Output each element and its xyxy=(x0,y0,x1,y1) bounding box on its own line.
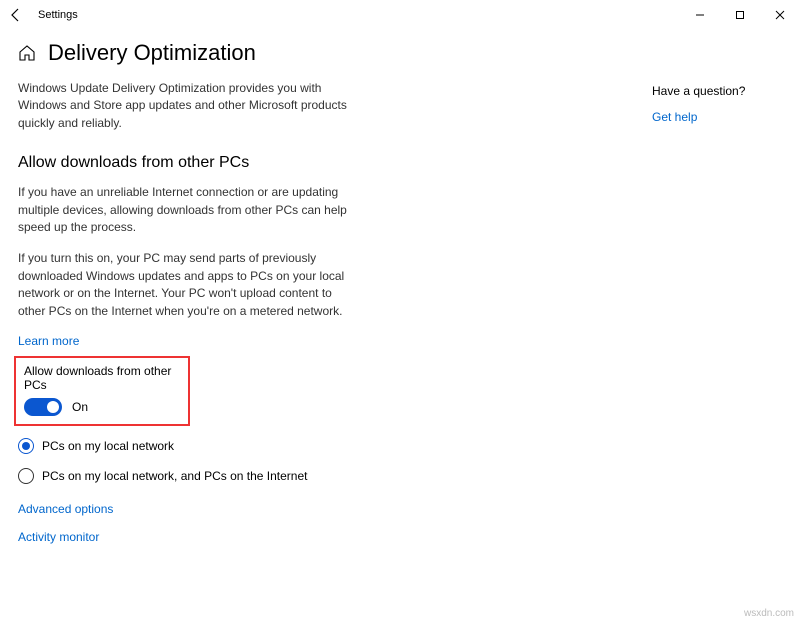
toggle-state: On xyxy=(72,400,88,414)
page-title: Delivery Optimization xyxy=(48,40,256,66)
close-button[interactable] xyxy=(760,0,800,30)
radio-local-network[interactable]: PCs on my local network xyxy=(18,438,358,454)
radio-label: PCs on my local network xyxy=(42,439,174,453)
description-2: If you turn this on, your PC may send pa… xyxy=(18,250,358,320)
maximize-button[interactable] xyxy=(720,0,760,30)
watermark: wsxdn.com xyxy=(744,608,794,619)
radio-label: PCs on my local network, and PCs on the … xyxy=(42,469,307,483)
main-column: Windows Update Delivery Optimization pro… xyxy=(18,80,358,558)
intro-text: Windows Update Delivery Optimization pro… xyxy=(18,80,358,132)
side-heading: Have a question? xyxy=(652,84,782,98)
app-title: Settings xyxy=(38,9,78,21)
window-controls xyxy=(680,0,800,30)
radio-internet[interactable]: PCs on my local network, and PCs on the … xyxy=(18,468,358,484)
get-help-link[interactable]: Get help xyxy=(652,110,697,124)
section-heading: Allow downloads from other PCs xyxy=(18,154,358,172)
side-column: Have a question? Get help xyxy=(652,80,782,558)
advanced-options-link[interactable]: Advanced options xyxy=(18,502,358,516)
learn-more-link[interactable]: Learn more xyxy=(18,334,79,348)
toggle-label: Allow downloads from other PCs xyxy=(24,364,180,392)
radio-icon xyxy=(18,468,34,484)
activity-monitor-link[interactable]: Activity monitor xyxy=(18,530,358,544)
back-button[interactable] xyxy=(8,7,24,23)
description-1: If you have an unreliable Internet conne… xyxy=(18,184,358,236)
radio-icon xyxy=(18,438,34,454)
home-icon[interactable] xyxy=(18,44,36,62)
allow-downloads-toggle[interactable] xyxy=(24,398,62,416)
titlebar: Settings xyxy=(0,0,800,30)
highlight-box: Allow downloads from other PCs On xyxy=(14,356,190,426)
page-header: Delivery Optimization xyxy=(0,30,800,80)
minimize-button[interactable] xyxy=(680,0,720,30)
